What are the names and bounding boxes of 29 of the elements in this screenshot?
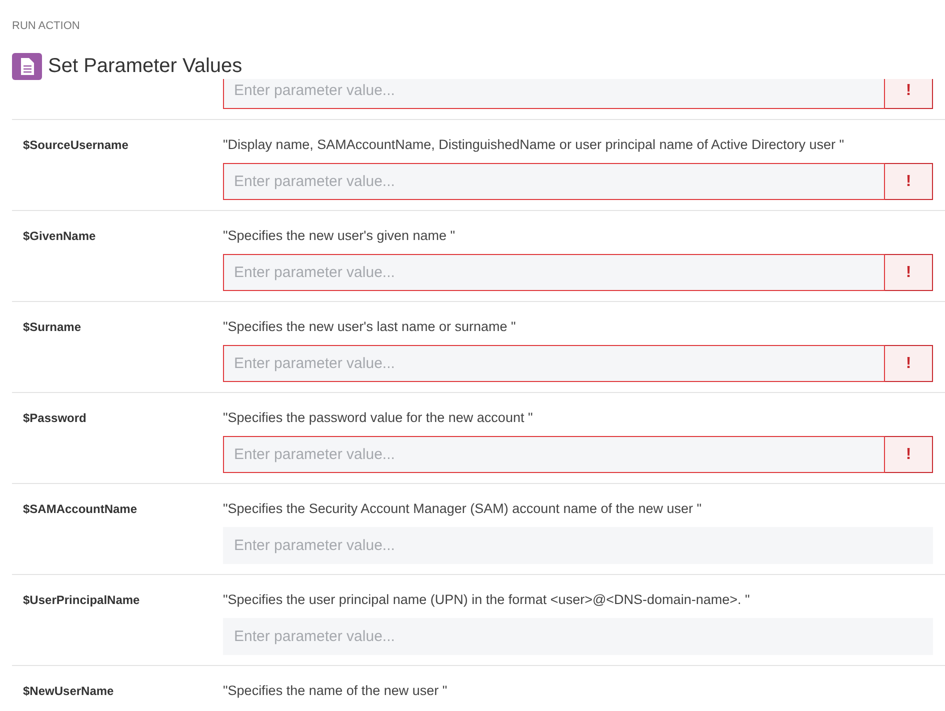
parameter-value-field[interactable]: Enter parameter value...: [223, 345, 885, 382]
parameter-name: $GivenName: [23, 229, 96, 243]
required-alert-button[interactable]: !: [885, 254, 933, 291]
parameter-value-field[interactable]: Enter parameter value...: [223, 254, 885, 291]
required-alert-button[interactable]: !: [885, 79, 933, 109]
parameter-description: "Specifies the password value for the new account ": [223, 409, 533, 427]
section-label: RUN ACTION: [12, 20, 80, 32]
required-alert-button[interactable]: !: [885, 345, 933, 382]
parameter-description: "Specifies the new user's given name ": [223, 227, 456, 245]
parameter-value-field[interactable]: Enter parameter value...: [223, 618, 933, 655]
parameter-name: $SourceUsername: [23, 138, 128, 152]
parameter-name: $Password: [23, 411, 86, 425]
parameter-name: $NewUserName: [23, 684, 114, 698]
parameter-value-field[interactable]: Enter parameter value...: [223, 79, 885, 109]
parameter-description: "Specifies the Security Account Manager (SAM) account name of the new user ": [223, 500, 702, 518]
parameter-value-field[interactable]: Enter parameter value...: [223, 436, 885, 473]
parameter-value-field[interactable]: Enter parameter value...: [223, 163, 885, 200]
parameter-description: "Specifies the name of the new user ": [223, 682, 448, 700]
parameter-value-field[interactable]: Enter parameter value...: [223, 527, 933, 564]
parameter-name: $Surname: [23, 320, 82, 334]
document-icon: [12, 53, 42, 80]
parameter-description: "Specifies the new user's last name or surname ": [223, 318, 516, 336]
parameter-description: "Display name, SAMAccountName, DistinguishedName or user principal name of Active Directory user ": [223, 136, 844, 154]
parameter-name: $UserPrincipalName: [23, 593, 140, 607]
required-alert-button[interactable]: !: [885, 436, 933, 473]
required-alert-button[interactable]: !: [885, 163, 933, 200]
parameter-name: $SAMAccountName: [23, 502, 138, 516]
dialog-title: Set Parameter Values: [48, 55, 242, 78]
parameter-description: "Specifies the user principal name (UPN) in the format <user>@<DNS-domain-name>. ": [223, 591, 750, 609]
